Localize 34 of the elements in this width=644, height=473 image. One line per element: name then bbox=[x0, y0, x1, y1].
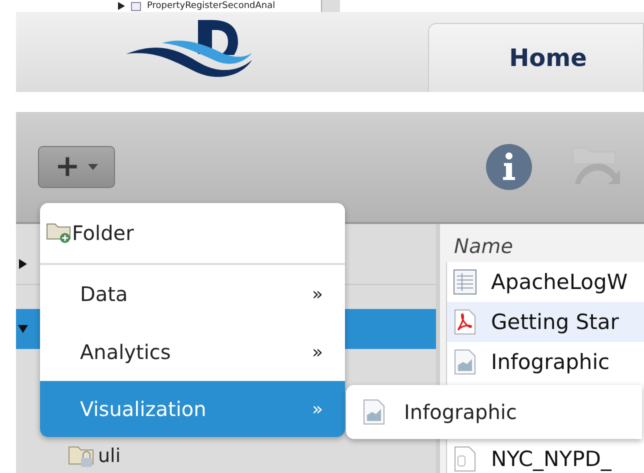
collapse-arrow-icon[interactable] bbox=[18, 324, 28, 334]
pdf-icon bbox=[453, 309, 477, 335]
menu-item[interactable]: Analytics » bbox=[40, 323, 345, 381]
spreadsheet-icon bbox=[453, 269, 477, 295]
file-row[interactable]: ApacheLogW bbox=[447, 262, 644, 302]
table-icon bbox=[131, 2, 141, 10]
menu-item[interactable]: Visualization » bbox=[40, 381, 345, 437]
file-name: Infographic bbox=[491, 350, 610, 374]
chart-file-icon bbox=[453, 349, 477, 375]
menu-item[interactable]: Data » bbox=[40, 265, 345, 323]
file-name: NYC_NYPD_ bbox=[491, 447, 612, 471]
submenu-item[interactable]: Infographic bbox=[346, 399, 517, 425]
file-name: Getting Star bbox=[491, 310, 619, 334]
caret-icon bbox=[88, 164, 98, 170]
submenu-arrow: » bbox=[312, 398, 323, 420]
expand-arrow-icon[interactable] bbox=[118, 2, 125, 10]
tree-item-label[interactable]: uli bbox=[98, 445, 121, 467]
file-row[interactable]: NYC_NYPD_ bbox=[447, 444, 644, 473]
info-icon[interactable] bbox=[484, 142, 534, 192]
file-row[interactable]: Infographic bbox=[447, 342, 644, 382]
home-tab[interactable]: Home bbox=[428, 23, 644, 92]
highlighted-file-row[interactable]: Getting Star bbox=[447, 302, 644, 342]
expand-arrow-icon[interactable] bbox=[18, 259, 28, 269]
menu-item[interactable]: Folder bbox=[40, 203, 345, 265]
tree-item-label[interactable]: PropertyRegisterSecondAnal bbox=[147, 0, 276, 12]
locked-folder-icon bbox=[68, 444, 96, 468]
new-folder-icon bbox=[46, 222, 72, 244]
submenu-arrow: » bbox=[312, 342, 323, 362]
file-name: ApacheLogW bbox=[491, 270, 628, 294]
submenu-arrow: » bbox=[312, 284, 323, 304]
scrollbar[interactable] bbox=[321, 0, 340, 12]
column-header[interactable]: Name bbox=[440, 232, 644, 262]
chart-file-icon bbox=[362, 399, 386, 425]
add-dropdown-button[interactable]: + bbox=[38, 146, 115, 188]
